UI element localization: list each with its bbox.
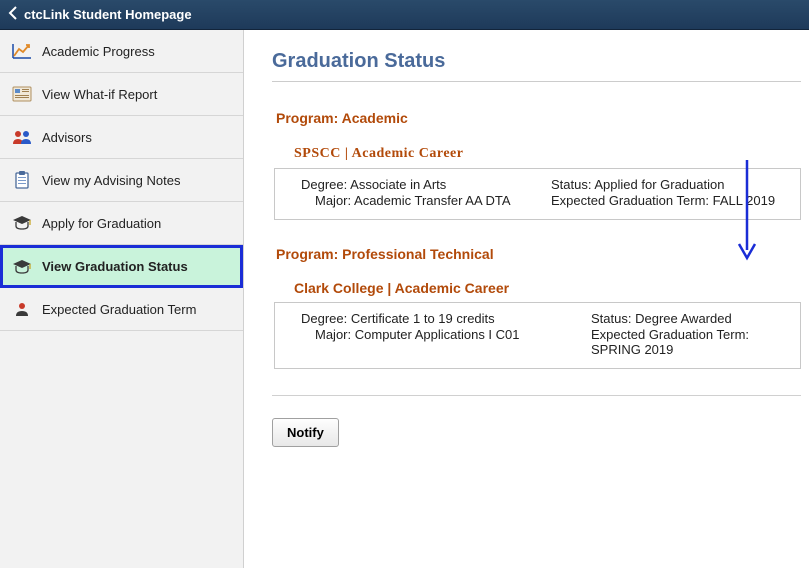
sidebar-item-label: View What-if Report xyxy=(42,87,157,102)
career-label: Clark College | Academic Career xyxy=(294,280,801,296)
program-label: Program: Professional Technical xyxy=(276,246,801,262)
person-icon xyxy=(12,300,32,318)
clipboard-icon xyxy=(12,171,32,189)
sidebar-item-academic-progress[interactable]: Academic Progress xyxy=(0,30,243,73)
graduation-cap-icon xyxy=(12,258,32,276)
degree-line: Degree: Associate in Arts xyxy=(301,177,551,192)
career-details-box: Degree: Associate in Arts Major: Academi… xyxy=(274,168,801,220)
major-line: Major: Computer Applications I C01 xyxy=(301,327,591,342)
back-icon[interactable] xyxy=(8,6,18,23)
sidebar-item-advisors[interactable]: Advisors xyxy=(0,116,243,159)
header-bar: ctcLink Student Homepage xyxy=(0,0,809,30)
term-line: Expected Graduation Term: FALL 2019 xyxy=(551,193,788,208)
degree-line: Degree: Certificate 1 to 19 credits xyxy=(301,311,591,326)
people-icon xyxy=(12,128,32,146)
chart-line-icon xyxy=(12,42,32,60)
status-line: Status: Degree Awarded xyxy=(591,311,788,326)
sidebar-item-advising-notes[interactable]: View my Advising Notes xyxy=(0,159,243,202)
divider xyxy=(272,395,801,396)
major-line: Major: Academic Transfer AA DTA xyxy=(301,193,551,208)
sidebar-item-label: View my Advising Notes xyxy=(42,173,181,188)
sidebar-item-label: View Graduation Status xyxy=(42,259,188,274)
graduation-cap-icon xyxy=(12,214,32,232)
sidebar-item-what-if[interactable]: View What-if Report xyxy=(0,73,243,116)
career-details-box: Degree: Certificate 1 to 19 credits Majo… xyxy=(274,302,801,369)
program-label: Program: Academic xyxy=(276,110,801,126)
main-content: Graduation Status Program: Academic SPSC… xyxy=(244,30,809,568)
page-title: Graduation Status xyxy=(272,50,801,82)
term-line: Expected Graduation Term: SPRING 2019 xyxy=(591,327,788,357)
sidebar-item-label: Expected Graduation Term xyxy=(42,302,196,317)
sidebar-item-view-graduation-status[interactable]: View Graduation Status xyxy=(0,245,243,288)
status-line: Status: Applied for Graduation xyxy=(551,177,788,192)
sidebar-item-expected-term[interactable]: Expected Graduation Term xyxy=(0,288,243,331)
career-label: SPSCC | Academic Career xyxy=(294,144,801,162)
report-icon xyxy=(12,85,32,103)
sidebar-item-label: Academic Progress xyxy=(42,44,155,59)
notify-button[interactable]: Notify xyxy=(272,418,339,447)
sidebar-item-label: Apply for Graduation xyxy=(42,216,161,231)
sidebar: Academic Progress View What-if Report Ad… xyxy=(0,30,244,568)
sidebar-item-label: Advisors xyxy=(42,130,92,145)
header-title[interactable]: ctcLink Student Homepage xyxy=(24,7,192,22)
sidebar-item-apply-graduation[interactable]: Apply for Graduation xyxy=(0,202,243,245)
